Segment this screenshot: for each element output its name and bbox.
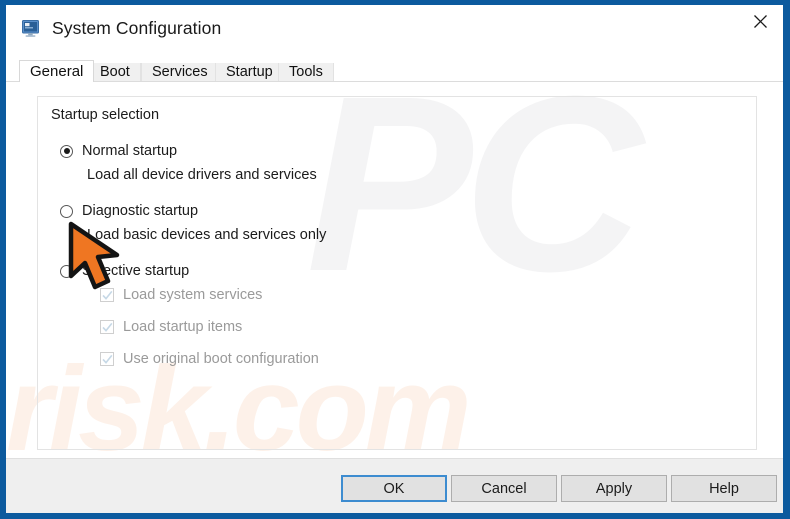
close-icon (753, 15, 767, 28)
check-icon (102, 290, 113, 300)
tab-services[interactable]: Services (141, 63, 219, 82)
window-outer-frame: System Configuration General Boot Servic… (0, 0, 790, 519)
description-diagnostic: Load basic devices and services only (87, 227, 327, 243)
check-icon (102, 322, 113, 332)
radio-normal-startup[interactable]: Normal startup (60, 143, 177, 159)
tab-startup[interactable]: Startup (215, 63, 284, 82)
apply-button[interactable]: Apply (561, 475, 667, 502)
checkbox-load-startup-items[interactable]: Load startup items (100, 319, 242, 335)
radio-diagnostic-startup[interactable]: Diagnostic startup (60, 203, 198, 219)
radio-selective-startup[interactable]: Selective startup (60, 263, 189, 279)
checkbox-indicator-load-startup-items (100, 320, 114, 334)
checkbox-indicator-load-system-services (100, 288, 114, 302)
tab-general[interactable]: General (19, 60, 95, 82)
checkbox-indicator-use-original-boot-configuration (100, 352, 114, 366)
checkbox-load-system-services[interactable]: Load system services (100, 287, 262, 303)
radio-indicator-diagnostic (60, 204, 73, 218)
close-window-button[interactable] (737, 5, 783, 38)
checkbox-use-original-boot-configuration[interactable]: Use original boot configuration (100, 351, 319, 367)
startup-selection-label: Startup selection (47, 107, 165, 123)
radio-label-diagnostic: Diagnostic startup (82, 203, 199, 219)
title-bar: System Configuration (6, 5, 783, 52)
cancel-button[interactable]: Cancel (451, 475, 557, 502)
help-button[interactable]: Help (671, 475, 777, 502)
system-configuration-window: System Configuration General Boot Servic… (6, 5, 783, 513)
description-normal: Load all device drivers and services (87, 167, 317, 183)
checkbox-label-load-system-services: Load system services (123, 287, 263, 303)
checkbox-label-use-original-boot-configuration: Use original boot configuration (123, 351, 319, 367)
tab-boot[interactable]: Boot (89, 63, 141, 82)
tab-tools[interactable]: Tools (278, 63, 334, 82)
checkbox-label-load-startup-items: Load startup items (123, 319, 243, 335)
radio-indicator-selective (60, 264, 73, 278)
radio-label-normal: Normal startup (82, 143, 178, 159)
radio-indicator-normal (60, 144, 73, 158)
radio-label-selective: Selective startup (82, 263, 190, 279)
dialog-footer: OK Cancel Apply Help (6, 458, 783, 513)
check-icon (102, 354, 113, 364)
tab-strip: General Boot Services Startup Tools (6, 52, 783, 82)
ok-button[interactable]: OK (341, 475, 447, 502)
window-title: System Configuration (52, 18, 222, 38)
general-tab-panel: PC risk.com Startup selection Normal sta… (6, 82, 783, 458)
system-configuration-icon (22, 20, 42, 38)
